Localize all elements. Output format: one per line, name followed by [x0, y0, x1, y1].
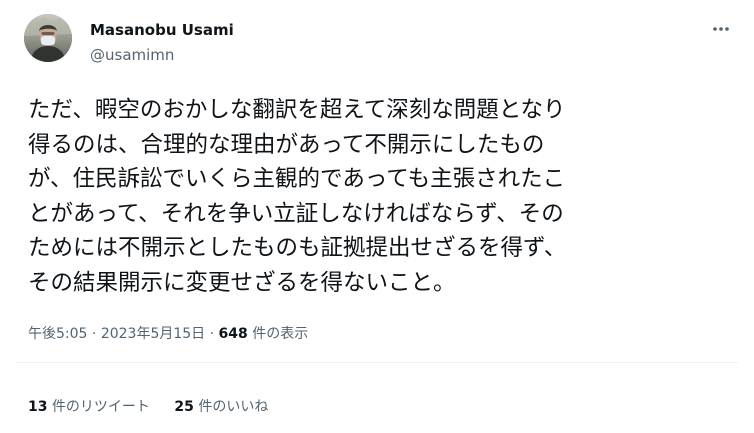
tweet-meta: 午後5:05 · 2023年5月15日 · 648 件の表示 [28, 324, 308, 344]
tweet-text-line: とがあって、それを争い立証しなければならず、その [28, 200, 564, 227]
retweets-stat[interactable]: 13 件のリツイート [28, 399, 150, 415]
avatar-photo [24, 14, 72, 62]
tweet-text-line: ためには不開示としたものも証拠提出せざるを得ず、 [28, 235, 567, 261]
more-options-button[interactable] [710, 18, 732, 40]
author-name[interactable]: Masanobu Usami [90, 20, 234, 40]
tweet-timestamp[interactable]: 午後5:05 · 2023年5月15日 [28, 326, 205, 342]
tweet-date: 2023年5月15日 [100, 326, 206, 342]
likes-label: 件のいいね [198, 399, 269, 415]
likes-stat[interactable]: 25 件のいいね [174, 399, 268, 415]
tweet-text-line: その結果開示に変更せざるを得ないこと。 [28, 269, 456, 296]
meta-separator: · [91, 326, 97, 342]
tweet-stats: 13 件のリツイート 25 件のいいね [28, 397, 268, 417]
tweet-time: 午後5:05 [28, 326, 88, 342]
tweet: Masanobu Usami @usamimn ただ、暇空のおかしな翻訳を超えて… [0, 0, 754, 433]
likes-count: 25 [174, 399, 194, 415]
retweets-count: 13 [28, 399, 48, 415]
avatar[interactable] [24, 14, 72, 62]
retweets-label: 件のリツイート [51, 399, 150, 415]
divider [16, 362, 738, 363]
views-count: 648 [218, 326, 248, 342]
meta-separator: · [209, 326, 215, 342]
more-horizontal-icon [713, 27, 729, 31]
tweet-text-line: 得るのは、合理的な理由があって不開示にしたもの [28, 131, 545, 158]
author-handle[interactable]: @usamimn [90, 45, 174, 65]
views-label: 件の表示 [252, 326, 309, 342]
tweet-text-line: ただ、暇空のおかしな翻訳を超えて深刻な問題となり [28, 97, 566, 123]
tweet-text: ただ、暇空のおかしな翻訳を超えて深刻な問題となり 得るのは、合理的な理由があって… [28, 93, 744, 300]
tweet-text-line: が、住民訴訟でいくら主観的であっても主張されたこ [28, 166, 566, 192]
